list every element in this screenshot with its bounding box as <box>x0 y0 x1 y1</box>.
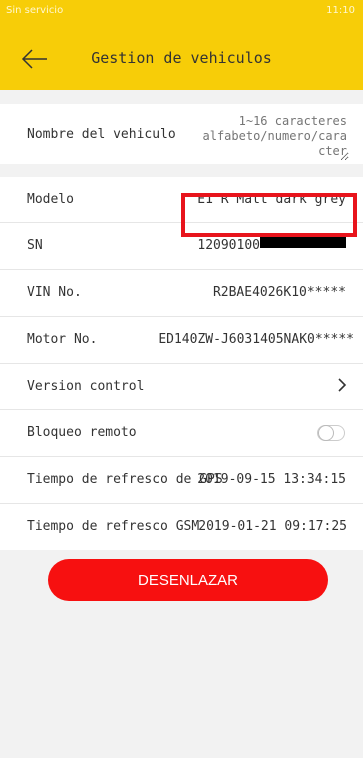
toggle-knob <box>318 425 334 441</box>
gsm-refresh-row: Tiempo de refresco GSM 2019-01-21 09:17:… <box>0 504 363 550</box>
carrier-status: Sin servicio <box>6 5 64 16</box>
vehicle-name-input[interactable] <box>200 112 349 161</box>
sn-value: 12090100 <box>197 238 260 253</box>
vehicle-name-label: Nombre del vehiculo <box>27 127 176 142</box>
redaction-bar <box>260 236 346 248</box>
version-control-row[interactable]: Version control <box>0 364 363 410</box>
vin-row: VIN No. R2BAE4026K10***** <box>0 270 363 317</box>
gps-refresh-value: 2019-09-15 13:34:15 <box>197 472 346 487</box>
gps-refresh-label: Tiempo de refresco de GPS <box>27 472 223 487</box>
page-title: Gestion de vehiculos <box>91 49 272 67</box>
remote-lock-row: Bloqueo remoto <box>0 410 363 457</box>
clock: 11:10 <box>326 5 355 16</box>
remote-lock-label: Bloqueo remoto <box>27 425 137 440</box>
version-control-label: Version control <box>27 379 145 394</box>
motor-row: Motor No. ED140ZW-J6031405NAK0***** <box>0 317 363 364</box>
vin-value: R2BAE4026K10***** <box>212 285 346 300</box>
name-section: Nombre del vehiculo <box>0 104 363 164</box>
sn-label: SN <box>27 238 43 253</box>
app-header: Sin servicio 11:10 Gestion de vehiculos <box>0 0 363 90</box>
gsm-refresh-value: 2019-01-21 09:17:25 <box>198 519 347 534</box>
gps-refresh-row: Tiempo de refresco de GPS 2019-09-15 13:… <box>0 457 363 504</box>
model-label: Modelo <box>27 192 74 207</box>
vehicle-name-row: Nombre del vehiculo <box>0 104 363 164</box>
highlight-box <box>181 193 357 237</box>
motor-value: ED140ZW-J6031405NAK0***** <box>158 332 354 347</box>
remote-lock-toggle[interactable] <box>317 425 345 441</box>
vin-label: VIN No. <box>27 285 82 300</box>
chevron-right-icon <box>338 378 347 392</box>
status-bar: Sin servicio 11:10 <box>0 0 363 22</box>
unlink-button[interactable]: DESENLAZAR <box>48 559 328 601</box>
motor-label: Motor No. <box>27 332 98 347</box>
gsm-refresh-label: Tiempo de refresco GSM <box>27 519 200 534</box>
